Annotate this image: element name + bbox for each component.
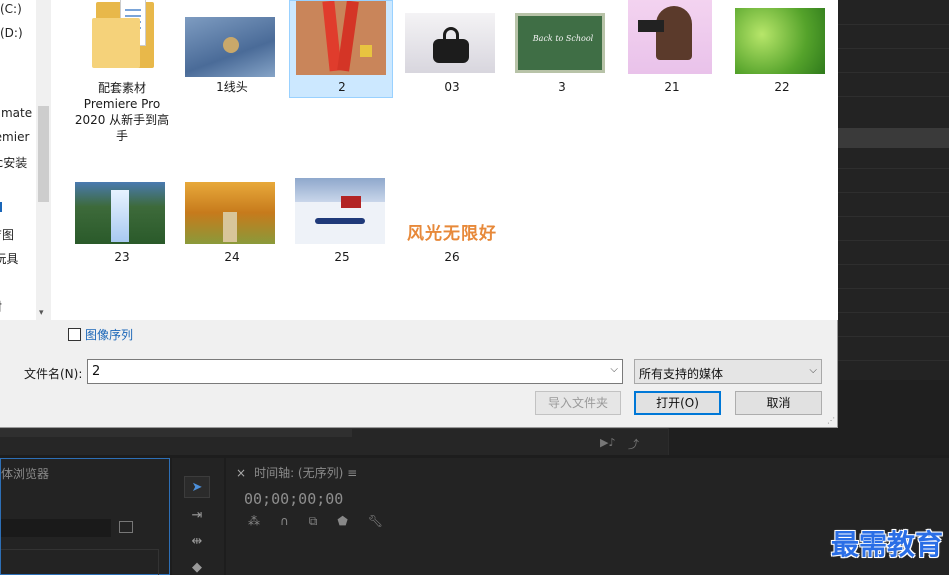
nav-item[interactable]: (D:) bbox=[0, 26, 23, 40]
scrub-bar[interactable] bbox=[0, 429, 352, 437]
selected-row[interactable] bbox=[838, 128, 949, 148]
file-label: 24 bbox=[224, 250, 240, 264]
image-thumbnail bbox=[628, 0, 712, 74]
file-label: 2 bbox=[338, 80, 346, 94]
image-thumbnail bbox=[75, 182, 165, 244]
track-select-tool-icon[interactable]: ⇥ bbox=[184, 504, 210, 526]
marker-icon[interactable]: ⬟ bbox=[337, 514, 347, 529]
nav-item[interactable]: nimate bbox=[0, 106, 32, 120]
navigation-scrollbar[interactable]: ▾ bbox=[36, 0, 51, 320]
file-item[interactable]: 03 bbox=[400, 0, 504, 96]
media-browser-title[interactable]: 体浏览器 bbox=[1, 465, 49, 482]
nav-item[interactable]: cc安装 bbox=[0, 154, 27, 171]
insert-icon[interactable]: ▶♪ bbox=[600, 436, 615, 449]
image-sequence-label[interactable]: 图像序列 bbox=[85, 326, 133, 343]
image-thumbnail bbox=[185, 17, 275, 77]
scrollbar-thumb[interactable] bbox=[38, 106, 49, 202]
file-item[interactable]: 21 bbox=[620, 0, 724, 96]
tools-panel: ➤ ⇥ ⇹ ◆ bbox=[172, 458, 224, 575]
navigation-pane: (C:) (D:) nimate remier cc安装吉图 -玩具材 bbox=[0, 0, 36, 320]
nav-item[interactable]: -玩具 bbox=[0, 250, 18, 267]
import-folder-button[interactable]: 导入文件夹 bbox=[535, 391, 621, 415]
export-frame-icon[interactable]: ⤴ bbox=[628, 436, 642, 451]
timeline-toolbar: ⁂ ∩ ⧉ ⬟ 🔧︎ bbox=[248, 514, 383, 529]
project-panel-area bbox=[838, 0, 949, 380]
file-label: 26 bbox=[444, 250, 460, 264]
media-browser-panel: 体浏览器 bbox=[0, 458, 170, 575]
source-monitor-controls: ▶♪ ⤴ bbox=[0, 428, 668, 455]
chevron-down-icon[interactable]: ⌵ bbox=[610, 364, 618, 375]
file-label: 22 bbox=[774, 80, 790, 94]
media-browser-list[interactable] bbox=[1, 549, 159, 575]
file-label: 03 bbox=[444, 80, 460, 94]
selection-tool-icon[interactable]: ➤ bbox=[184, 476, 210, 498]
file-item[interactable]: 1线头 bbox=[180, 0, 284, 96]
image-thumbnail bbox=[185, 182, 275, 244]
image-thumbnail bbox=[295, 178, 385, 244]
file-label: 21 bbox=[664, 80, 680, 94]
file-label: 23 bbox=[114, 250, 130, 264]
image-sequence-option[interactable]: 图像序列 bbox=[68, 326, 133, 343]
image-sequence-checkbox[interactable] bbox=[68, 328, 81, 341]
snap-icon[interactable]: ∩ bbox=[280, 514, 289, 529]
image-thumbnail bbox=[735, 8, 825, 74]
panel-menu-icon[interactable]: ≡ bbox=[347, 466, 357, 480]
cancel-button[interactable]: 取消 bbox=[735, 391, 822, 415]
open-file-dialog: (C:) (D:) nimate remier cc安装吉图 -玩具材 ▾ 配套素材 Pr… bbox=[0, 0, 838, 428]
chevron-down-icon[interactable]: ▾ bbox=[39, 308, 44, 318]
nav-item[interactable]: (C:) bbox=[0, 2, 22, 16]
filename-value[interactable]: 2 bbox=[92, 364, 100, 379]
file-type-select[interactable]: 所有支持的媒体 ⌵ bbox=[634, 359, 822, 384]
file-label: 3 bbox=[558, 80, 566, 94]
filename-input[interactable]: 2 ⌵ bbox=[87, 359, 623, 384]
chevron-down-icon[interactable]: ⌵ bbox=[809, 365, 817, 376]
file-item[interactable]: 25 bbox=[290, 170, 394, 266]
filename-label: 文件名(N): bbox=[24, 367, 83, 381]
ripple-edit-tool-icon[interactable]: ⇹ bbox=[184, 530, 210, 552]
resize-grip-icon[interactable]: ⋰ bbox=[827, 417, 835, 425]
image-thumbnail bbox=[296, 1, 386, 75]
image-thumbnail: 风光无限好 bbox=[407, 223, 497, 244]
file-item[interactable]: 23 bbox=[70, 170, 174, 266]
file-type-value: 所有支持的媒体 bbox=[639, 367, 724, 381]
file-list: 配套素材 Premiere Pro 2020 从新手到高手 1线头 2 03 B… bbox=[51, 0, 838, 320]
file-item[interactable]: 22 bbox=[730, 0, 834, 96]
image-thumbnail: Back to School bbox=[515, 13, 605, 73]
file-item[interactable]: 配套素材 Premiere Pro 2020 从新手到高手 bbox=[70, 0, 174, 150]
nav-item[interactable]: remier bbox=[0, 130, 29, 144]
open-button[interactable]: 打开(O) bbox=[634, 391, 721, 415]
file-item[interactable]: 24 bbox=[180, 170, 284, 266]
timeline-title: 时间轴: (无序列) bbox=[254, 466, 344, 480]
nav-item[interactable]: 吉图 bbox=[0, 226, 14, 243]
file-item[interactable]: 风光无限好 26 bbox=[400, 170, 504, 266]
folder-icon[interactable] bbox=[119, 521, 133, 533]
wrench-icon[interactable]: 🔧︎ bbox=[368, 514, 383, 529]
file-item[interactable]: Back to School 3 bbox=[510, 0, 614, 96]
file-label: 1线头 bbox=[216, 80, 248, 94]
folder-icon bbox=[92, 0, 156, 68]
file-item-selected[interactable]: 2 bbox=[289, 0, 393, 98]
razor-tool-icon[interactable]: ◆ bbox=[184, 556, 210, 575]
close-icon[interactable]: × bbox=[236, 466, 246, 480]
timeline-tab[interactable]: × 时间轴: (无序列) ≡ bbox=[236, 464, 357, 481]
nav-item[interactable]: 材 bbox=[0, 298, 2, 315]
linked-selection-icon[interactable]: ⧉ bbox=[309, 514, 318, 529]
timecode[interactable]: 00;00;00;00 bbox=[244, 490, 343, 508]
nest-icon[interactable]: ⁂ bbox=[248, 514, 260, 529]
watermark-logo: 最需教育 bbox=[830, 528, 943, 561]
file-label: 配套素材 Premiere Pro 2020 从新手到高手 bbox=[74, 81, 170, 143]
media-browser-search[interactable] bbox=[1, 519, 111, 537]
nav-selection-marker bbox=[0, 202, 2, 212]
screen: ▶♪ ⤴ 体浏览器 ➤ ⇥ ⇹ ◆ × 时间轴: (无序列) ≡ 00;00;00… bbox=[0, 0, 949, 575]
file-label: 25 bbox=[334, 250, 350, 264]
image-thumbnail bbox=[405, 13, 495, 73]
